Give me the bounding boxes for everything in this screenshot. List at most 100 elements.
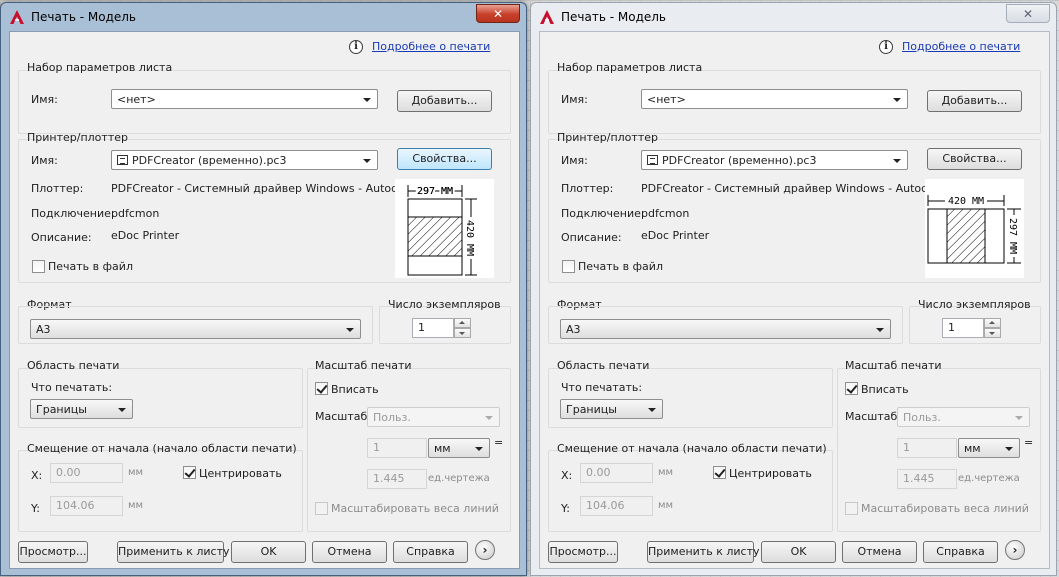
offset-x-input[interactable]: 0.00 bbox=[580, 463, 653, 483]
preview-width-label: 420 ММ bbox=[948, 196, 984, 207]
ok-button[interactable]: OK bbox=[231, 541, 306, 563]
print-to-file-checkbox[interactable] bbox=[562, 260, 575, 273]
cancel-button[interactable]: Отмена bbox=[312, 541, 387, 563]
fit-to-paper-checkbox[interactable] bbox=[315, 382, 328, 395]
plotter-icon bbox=[117, 155, 128, 165]
scale-lineweights-checkbox[interactable] bbox=[845, 502, 858, 515]
page-setup-name-select[interactable]: <нет> bbox=[111, 89, 378, 109]
scale-lineweights-checkbox[interactable] bbox=[315, 502, 328, 515]
drawing-units-label: ед.чертежа bbox=[428, 473, 490, 484]
spin-up-icon[interactable] bbox=[984, 318, 1001, 328]
cancel-button[interactable]: Отмена bbox=[842, 541, 917, 563]
fit-to-paper-checkbox[interactable] bbox=[845, 382, 858, 395]
chevron-down-icon bbox=[485, 416, 493, 420]
preview-button[interactable]: Просмотр... bbox=[18, 541, 88, 563]
what-to-print-select[interactable]: Границы bbox=[560, 399, 663, 419]
printer-properties-button[interactable]: Свойства... bbox=[927, 148, 1022, 170]
preview-height-label: 297 ММ bbox=[1007, 218, 1018, 254]
close-icon: ✕ bbox=[492, 7, 504, 21]
preview-button[interactable]: Просмотр... bbox=[548, 541, 618, 563]
print-to-file-label: Печать в файл bbox=[578, 260, 663, 273]
page-setup-name-label: Имя: bbox=[561, 93, 588, 106]
chevron-down-icon bbox=[1015, 416, 1023, 420]
offset-group-label: Смещение от начала (начало области печат… bbox=[557, 442, 827, 455]
help-link[interactable]: Подробнее о печати bbox=[372, 40, 490, 53]
printer-name-select[interactable]: PDFCreator (временно).pc3 bbox=[641, 150, 908, 170]
scale-value: Польз. bbox=[903, 411, 941, 424]
printer-name-label: Имя: bbox=[561, 154, 588, 167]
chevron-right-icon: › bbox=[482, 543, 488, 557]
printer-name-label: Имя: bbox=[31, 154, 58, 167]
spin-up-icon[interactable] bbox=[454, 318, 471, 328]
scale-value2-input[interactable]: 1.445 bbox=[367, 469, 427, 489]
copies-spinner[interactable] bbox=[984, 318, 1001, 338]
copies-spinner[interactable] bbox=[454, 318, 471, 338]
close-button[interactable]: ✕ bbox=[1006, 4, 1050, 23]
scale-lineweights-label: Масштабировать веса линий bbox=[861, 502, 1029, 515]
paper-preview-drawing: 297 ММ 297 ММ 420 ММ bbox=[407, 184, 477, 276]
chevron-down-icon bbox=[893, 159, 901, 163]
print-area-group-label: Область печати bbox=[557, 359, 650, 372]
chevron-down-icon bbox=[346, 328, 354, 332]
chevron-right-icon: › bbox=[1012, 543, 1018, 557]
dialog-title: Печать - Модель bbox=[31, 10, 136, 24]
ok-button[interactable]: OK bbox=[761, 541, 836, 563]
close-button[interactable]: ✕ bbox=[476, 4, 520, 23]
page-setup-name-value: <нет> bbox=[117, 93, 156, 106]
offset-y-input[interactable]: 104.06 bbox=[580, 496, 653, 516]
paper-format-value: A3 bbox=[36, 323, 51, 336]
help-button[interactable]: Справка bbox=[923, 541, 998, 563]
title-bar[interactable]: Печать - Модель ✕ bbox=[531, 3, 1056, 31]
page-setup-name-value: <нет> bbox=[647, 93, 686, 106]
scale-value1-input[interactable]: 1 bbox=[897, 438, 957, 458]
info-icon: i bbox=[879, 40, 893, 54]
chevron-down-icon bbox=[363, 159, 371, 163]
offset-y-unit: мм bbox=[128, 500, 144, 511]
offset-y-unit: мм bbox=[658, 500, 674, 511]
help-button[interactable]: Справка bbox=[393, 541, 468, 563]
center-plot-label: Центрировать bbox=[729, 467, 812, 480]
spin-down-icon[interactable] bbox=[984, 328, 1001, 338]
add-page-setup-button[interactable]: Добавить... bbox=[397, 90, 492, 112]
more-options-button[interactable]: › bbox=[1005, 540, 1025, 560]
connection-label: Подключение: bbox=[561, 207, 645, 220]
paper-format-select[interactable]: A3 bbox=[560, 319, 891, 339]
what-to-print-select[interactable]: Границы bbox=[30, 399, 133, 419]
chevron-down-icon bbox=[118, 408, 126, 412]
chevron-down-icon bbox=[475, 447, 483, 451]
scale-value1-input[interactable]: 1 bbox=[367, 438, 427, 458]
page-setup-name-select[interactable]: <нет> bbox=[641, 89, 908, 109]
chevron-down-icon bbox=[1005, 447, 1013, 451]
scale-select[interactable]: Польз. bbox=[367, 407, 500, 427]
copies-input[interactable]: 1 bbox=[942, 318, 984, 338]
center-plot-checkbox[interactable] bbox=[713, 466, 726, 479]
apply-to-layout-button[interactable]: Применить к листу bbox=[647, 541, 759, 563]
scale-unit-select[interactable]: мм bbox=[428, 438, 490, 458]
offset-x-input[interactable]: 0.00 bbox=[50, 463, 123, 483]
more-options-button[interactable]: › bbox=[475, 540, 495, 560]
printer-properties-button[interactable]: Свойства... bbox=[397, 148, 492, 170]
equals-sign: = bbox=[494, 436, 504, 449]
offset-x-label: X: bbox=[31, 469, 43, 482]
scale-unit-value: мм bbox=[434, 442, 451, 455]
what-to-print-label: Что печатать: bbox=[31, 381, 113, 394]
center-plot-checkbox[interactable] bbox=[183, 466, 196, 479]
description-label: Описание: bbox=[31, 231, 92, 244]
printer-name-select[interactable]: PDFCreator (временно).pc3 bbox=[111, 150, 378, 170]
offset-y-input[interactable]: 104.06 bbox=[50, 496, 123, 516]
fit-to-paper-label: Вписать bbox=[861, 383, 909, 396]
paper-format-select[interactable]: A3 bbox=[30, 319, 361, 339]
print-to-file-checkbox[interactable] bbox=[32, 260, 45, 273]
title-bar[interactable]: Печать - Модель ✕ bbox=[1, 3, 526, 31]
add-page-setup-button[interactable]: Добавить... bbox=[927, 90, 1022, 112]
scale-select[interactable]: Польз. bbox=[897, 407, 1030, 427]
apply-to-layout-button[interactable]: Применить к листу bbox=[117, 541, 229, 563]
scale-unit-select[interactable]: мм bbox=[958, 438, 1020, 458]
spin-down-icon[interactable] bbox=[454, 328, 471, 338]
scale-value2-input[interactable]: 1.445 bbox=[897, 469, 957, 489]
plotter-label: Плоттер: bbox=[561, 182, 614, 195]
dialog-title: Печать - Модель bbox=[561, 10, 666, 24]
copies-input[interactable]: 1 bbox=[412, 318, 454, 338]
chevron-down-icon bbox=[648, 408, 656, 412]
help-link[interactable]: Подробнее о печати bbox=[902, 40, 1020, 53]
